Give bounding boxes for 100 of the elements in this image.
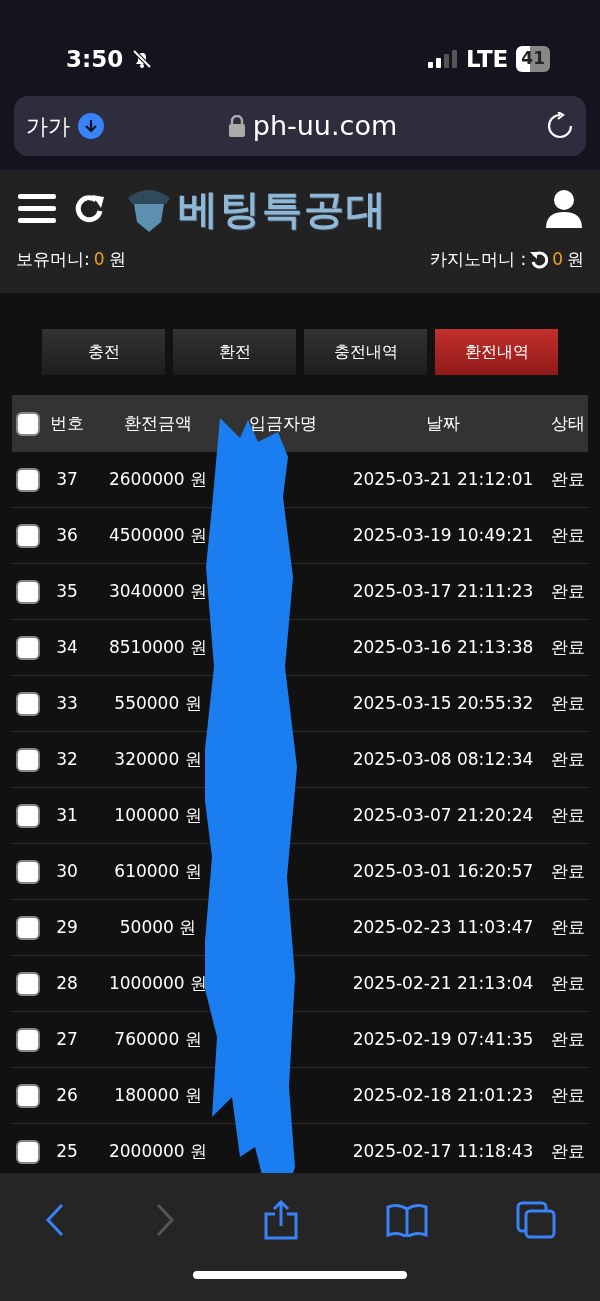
table-cell-text: 100000 원 <box>113 803 203 827</box>
table-cell-text: 2025-02-19 07:41:35 <box>351 1027 535 1051</box>
table-cell-text: 완료 <box>550 803 586 827</box>
table-cell-text: 4500000 원 <box>107 523 209 547</box>
table-cell-text: 36 <box>55 523 79 547</box>
currency-unit: 원 <box>567 248 584 271</box>
table-cell-text: 완료 <box>550 1027 586 1051</box>
table-cell-text: 3040000 원 <box>107 579 209 603</box>
refresh-icon[interactable] <box>530 250 549 269</box>
back-icon[interactable] <box>44 1203 66 1237</box>
table-cell-text: 2025-03-19 10:49:21 <box>351 523 535 547</box>
download-icon[interactable] <box>78 113 104 139</box>
table-cell-text: 320000 원 <box>113 747 203 771</box>
table-cell-text: 완료 <box>550 467 586 491</box>
column-header: 환전금액 <box>123 411 193 435</box>
table-cell-text: 30 <box>55 859 79 883</box>
checkbox[interactable] <box>16 915 40 940</box>
share-icon[interactable] <box>264 1200 298 1240</box>
tab[interactable]: 충전 <box>42 329 165 375</box>
status-time: 3:50 <box>66 44 124 74</box>
table-cell-text: 610000 원 <box>113 859 203 883</box>
table-cell-text: 완료 <box>550 747 586 771</box>
table-cell-text: 완료 <box>550 859 586 883</box>
checkbox[interactable] <box>16 691 40 716</box>
table-cell-text: 완료 <box>550 971 586 995</box>
table-cell-text: 35 <box>55 579 79 603</box>
table-cell-text: 550000 원 <box>113 691 203 715</box>
refresh-icon[interactable] <box>74 192 106 225</box>
table-cell-text: 2025-02-23 11:03:47 <box>351 915 535 939</box>
currency-unit: 원 <box>108 248 126 271</box>
checkbox[interactable] <box>16 859 40 884</box>
reload-icon[interactable] <box>546 112 574 140</box>
table-cell-text: 180000 원 <box>113 1083 203 1107</box>
table-cell-text: 완료 <box>550 691 586 715</box>
table-cell-text: 완료 <box>550 635 586 659</box>
balance-label: 카지노머니 : <box>430 248 527 271</box>
url-text: ph-uu.com <box>252 108 398 143</box>
table-cell-text: 2025-02-17 11:18:43 <box>351 1139 535 1163</box>
table-cell-text: 완료 <box>550 915 586 939</box>
table-cell-text: 50000 원 <box>118 915 198 939</box>
table-cell-text: 2025-03-15 20:55:32 <box>351 691 535 715</box>
balance-label: 보유머니: <box>16 248 90 271</box>
column-header: 날짜 <box>425 411 461 435</box>
bell-slash-icon <box>131 48 154 70</box>
checkbox[interactable] <box>16 971 40 996</box>
table-cell-text: 완료 <box>550 1139 586 1163</box>
table-cell-text: 2025-03-07 21:20:24 <box>351 803 535 827</box>
text-size-button[interactable]: 가가 <box>26 109 70 143</box>
table-cell-text: 8510000 원 <box>107 635 209 659</box>
table-cell-text: 완료 <box>550 579 586 603</box>
table-cell-text: 완료 <box>550 1083 586 1107</box>
column-header: 상태 <box>550 411 586 435</box>
signal-icon <box>428 50 459 68</box>
tab[interactable]: 충전내역 <box>304 329 427 375</box>
checkbox[interactable] <box>16 1027 40 1052</box>
tab[interactable]: 환전 <box>173 329 296 375</box>
table-cell-text: 28 <box>55 971 79 995</box>
checkbox[interactable] <box>16 747 40 772</box>
table-cell-text: 2000000 원 <box>107 1139 209 1163</box>
checkbox[interactable] <box>16 523 40 548</box>
table-cell-text: 2025-03-01 16:20:57 <box>351 859 535 883</box>
table-cell-text: 37 <box>55 467 79 491</box>
table-cell-text: 26 <box>55 1083 79 1107</box>
balance-amount: 0 <box>552 248 563 271</box>
table-cell-text: 25 <box>55 1139 79 1163</box>
checkbox[interactable] <box>16 1083 40 1108</box>
balance-amount: 0 <box>93 248 105 271</box>
network-label: LTE <box>466 44 509 74</box>
table-cell-text: 2025-02-21 21:13:04 <box>351 971 535 995</box>
table-cell-text: 완료 <box>550 523 586 547</box>
table-cell-text: 760000 원 <box>113 1027 203 1051</box>
menu-icon[interactable] <box>18 192 56 225</box>
checkbox[interactable] <box>16 635 40 660</box>
address-bar[interactable]: 가가 ph-uu.com <box>14 96 586 156</box>
table-cell-text: 27 <box>55 1027 79 1051</box>
table-cell-text: 34 <box>55 635 79 659</box>
table-cell-text: 29 <box>55 915 79 939</box>
checkbox[interactable] <box>16 1139 40 1164</box>
column-header: 입금자명 <box>248 411 318 435</box>
user-icon[interactable] <box>546 189 582 228</box>
table-cell-text: 2600000 원 <box>107 467 209 491</box>
table-cell-text: 2025-03-16 21:13:38 <box>351 635 535 659</box>
table-cell-text: 2025-02-18 21:01:23 <box>351 1083 535 1107</box>
table-cell-text: 33 <box>55 691 79 715</box>
table-cell-text: 31 <box>55 803 79 827</box>
checkbox[interactable] <box>16 411 40 436</box>
table-cell-text: 2025-03-17 21:11:23 <box>351 579 535 603</box>
checkbox[interactable] <box>16 467 40 492</box>
book-icon[interactable] <box>386 1203 428 1237</box>
site-logo[interactable]: 베팅특공대 <box>178 178 388 239</box>
checkbox[interactable] <box>16 579 40 604</box>
column-header: 번호 <box>49 411 85 435</box>
checkbox[interactable] <box>16 803 40 828</box>
tabs-icon[interactable] <box>516 1201 556 1239</box>
table-cell-text: 2025-03-21 21:12:01 <box>351 467 535 491</box>
tab[interactable]: 환전내역 <box>435 329 558 375</box>
table-cell-text: 1000000 원 <box>107 971 209 995</box>
table-cell-text: 2025-03-08 08:12:34 <box>351 747 535 771</box>
lock-icon <box>228 115 245 137</box>
table-cell-text: 32 <box>55 747 79 771</box>
